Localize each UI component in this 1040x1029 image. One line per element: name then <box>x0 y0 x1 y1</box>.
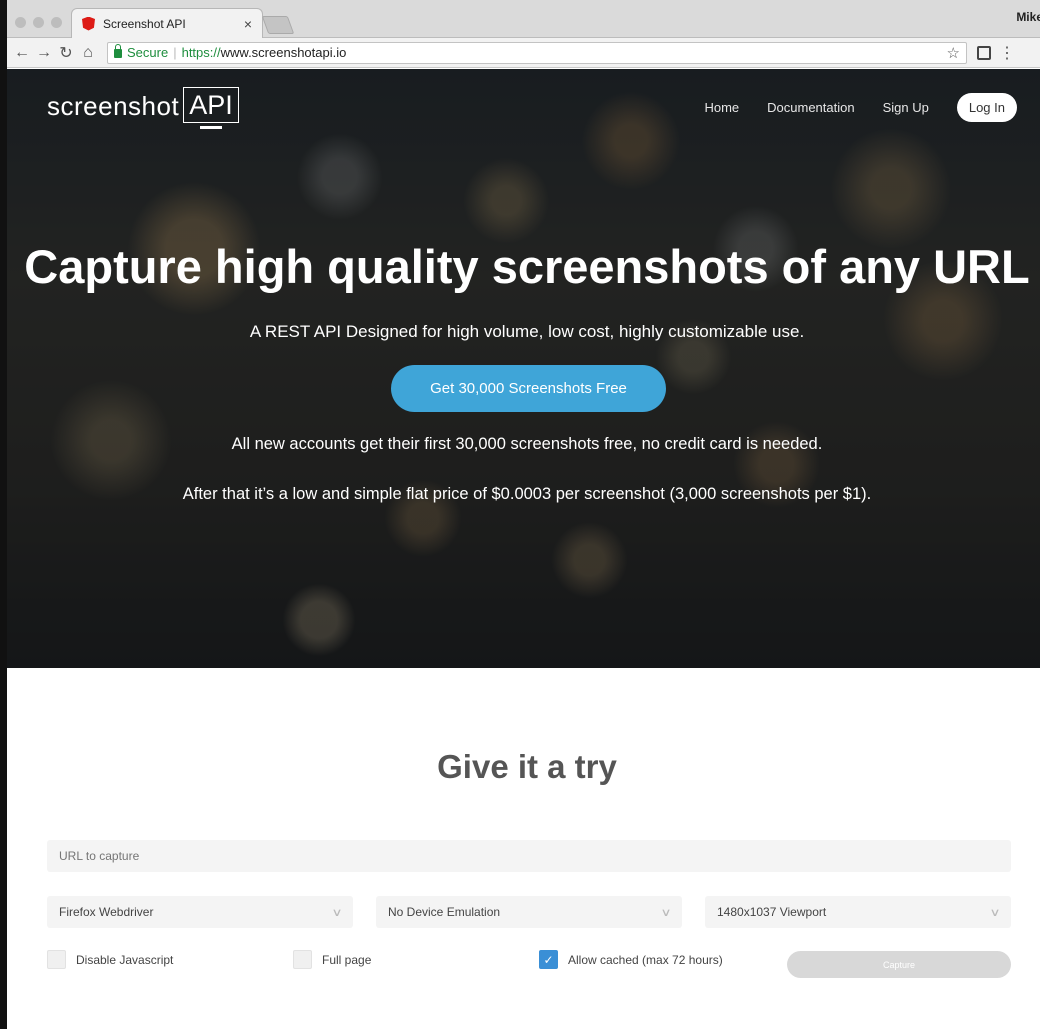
url-input[interactable] <box>47 840 1011 872</box>
url-scheme: https:// <box>181 45 221 60</box>
viewport-value: 1480x1037 Viewport <box>717 905 827 919</box>
logo-api-box: API <box>183 87 239 129</box>
close-window-icon[interactable] <box>15 17 26 28</box>
nav-sign-up[interactable]: Sign Up <box>883 100 929 115</box>
nav-home[interactable]: Home <box>704 100 739 115</box>
hero-subtitle: A REST API Designed for high volume, low… <box>249 322 805 341</box>
disable-javascript-option[interactable]: Disable Javascript <box>47 950 173 969</box>
tab-strip: Screenshot API × Mike <box>7 0 1040 38</box>
disable-javascript-label: Disable Javascript <box>76 952 174 967</box>
pricing-text: After that it’s a low and simple flat pr… <box>182 485 872 503</box>
viewport-select[interactable]: 1480x1037 Viewport ∨ <box>705 896 1011 928</box>
menu-icon[interactable]: ⋮ <box>999 43 1015 63</box>
allow-cached-label: Allow cached (max 72 hours) <box>568 952 723 967</box>
star-icon[interactable]: ☆ <box>947 44 960 62</box>
maximize-window-icon[interactable] <box>51 17 62 28</box>
browser-window: Screenshot API × Mike ← → ↻ ⌂ Secure | h… <box>0 0 1040 1029</box>
address-bar[interactable]: Secure | https:// www.screenshotapi.io ☆ <box>107 41 967 64</box>
login-button[interactable]: Log In <box>956 93 1017 122</box>
logo-word: screenshot <box>47 91 180 121</box>
reload-icon[interactable]: ↻ <box>55 43 77 63</box>
home-icon[interactable]: ⌂ <box>77 44 99 62</box>
browser-engine-select[interactable]: Firefox Webdriver ∨ <box>47 896 353 928</box>
forward-icon[interactable]: → <box>33 44 55 62</box>
full-page-checkbox[interactable] <box>293 950 312 969</box>
device-emulation-value: No Device Emulation <box>388 905 501 919</box>
site-logo[interactable]: screenshot API <box>47 87 239 129</box>
tab-close-icon[interactable]: × <box>244 16 252 32</box>
device-emulation-select[interactable]: No Device Emulation ∨ <box>376 896 682 928</box>
try-section-title: Give it a try <box>437 748 617 785</box>
browser-tab[interactable]: Screenshot API × <box>71 8 263 38</box>
tab-title: Screenshot API <box>103 16 186 31</box>
disable-javascript-checkbox[interactable] <box>47 950 66 969</box>
url-host: www.screenshotapi.io <box>220 45 347 60</box>
full-page-label: Full page <box>322 952 372 967</box>
angular-favicon-icon <box>82 16 95 31</box>
hero-title: Capture high quality screenshots of any … <box>24 240 1030 293</box>
back-icon[interactable]: ← <box>11 44 33 62</box>
address-separator: | <box>173 45 177 60</box>
nav-documentation[interactable]: Documentation <box>767 100 854 115</box>
chevron-down-icon: ∨ <box>331 906 343 919</box>
minimize-window-icon[interactable] <box>33 17 44 28</box>
new-tab-button[interactable] <box>261 16 295 34</box>
extension-icon[interactable] <box>977 45 991 60</box>
main-nav: Home Documentation Sign Up Log In <box>676 93 1017 122</box>
lock-icon <box>114 44 122 58</box>
browser-engine-value: Firefox Webdriver <box>59 905 154 919</box>
window-controls <box>15 17 62 28</box>
chevron-down-icon: ∨ <box>660 906 672 919</box>
allow-cached-option[interactable]: ✓ Allow cached (max 72 hours) <box>539 950 723 969</box>
browser-toolbar: ← → ↻ ⌂ Secure | https:// www.screenshot… <box>7 38 1040 68</box>
profile-name[interactable]: Mike <box>1016 10 1040 24</box>
hero-section: screenshot API Home Documentation Sign U… <box>7 69 1040 668</box>
allow-cached-checkbox[interactable]: ✓ <box>539 950 558 969</box>
chevron-down-icon: ∨ <box>989 906 1001 919</box>
capture-button[interactable]: Capture <box>787 951 1011 978</box>
free-tier-text: All new accounts get their first 30,000 … <box>231 435 823 453</box>
free-screenshots-button[interactable]: Get 30,000 Screenshots Free <box>391 365 666 412</box>
full-page-option[interactable]: Full page <box>293 950 371 969</box>
secure-label: Secure <box>127 45 169 60</box>
